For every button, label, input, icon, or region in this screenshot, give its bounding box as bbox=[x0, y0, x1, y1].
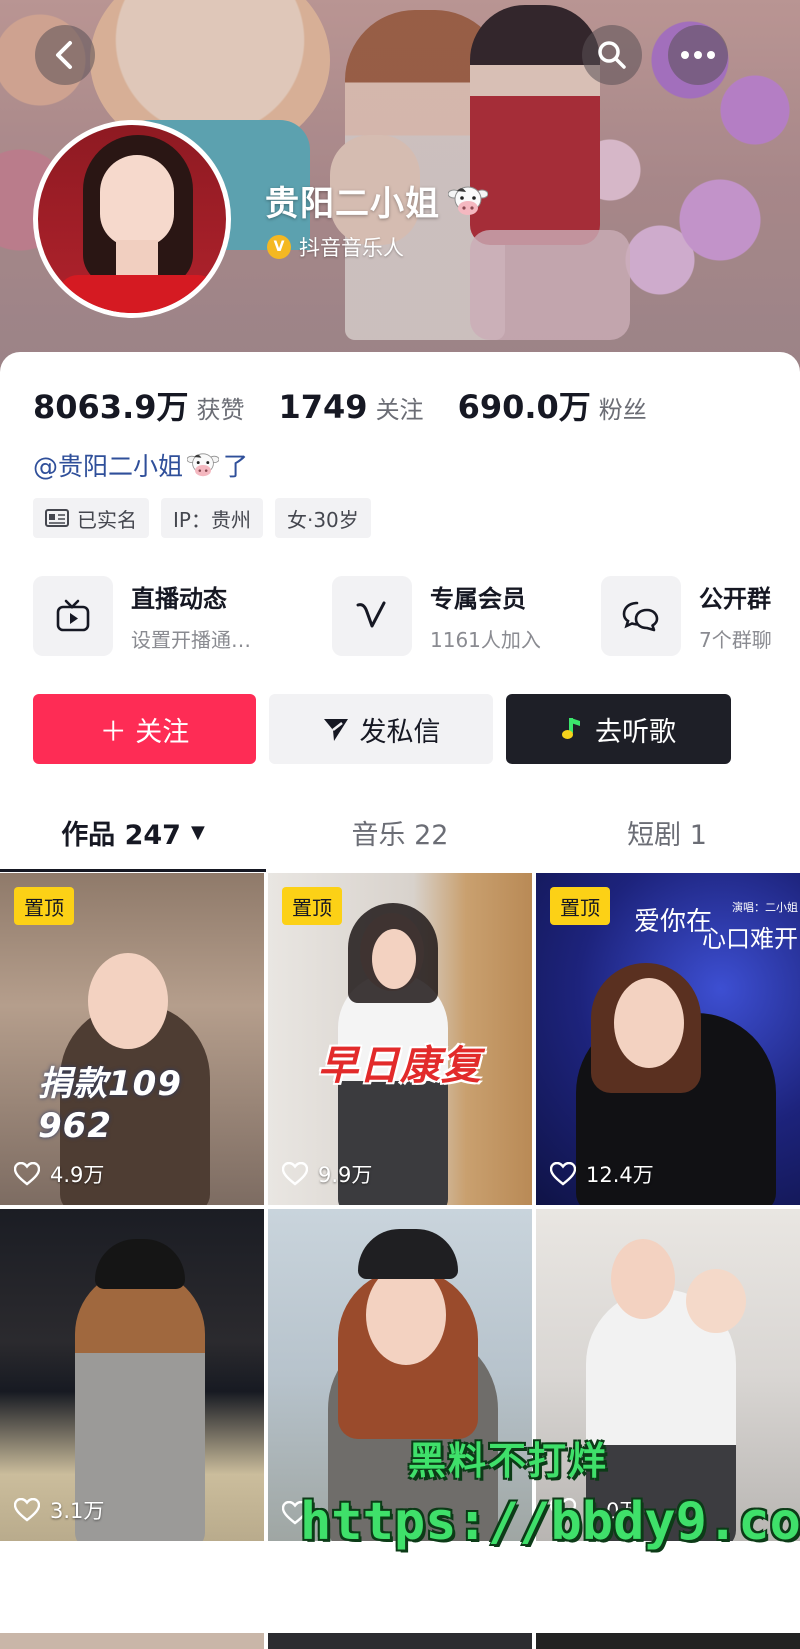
heart-icon bbox=[550, 1162, 576, 1186]
content-tabs: 作品 247 ▼ 音乐 22 短剧 1 bbox=[0, 792, 800, 872]
video-caption: 早日康复 bbox=[318, 1043, 482, 1089]
stat-label: 粉丝 bbox=[598, 396, 647, 424]
profile-card: 8063.9万 获赞 1749 关注 690.0万 粉丝 @贵阳二小姐 了 已实… bbox=[0, 352, 800, 1649]
bio-mention: @贵阳二小姐 bbox=[33, 452, 184, 481]
back-button[interactable] bbox=[35, 25, 95, 85]
tab-label: 作品 247 bbox=[61, 819, 181, 851]
more-dots-icon bbox=[681, 51, 715, 59]
tab-label: 音乐 22 bbox=[351, 819, 449, 851]
stat-value: 8063.9万 bbox=[33, 388, 189, 426]
feature-group-chat[interactable]: 公开群 7个群聊 bbox=[601, 576, 772, 656]
search-icon bbox=[598, 41, 626, 69]
feature-title: 专属会员 bbox=[430, 585, 526, 613]
profile-tags: 已实名 IP：贵州 女·30岁 bbox=[33, 498, 383, 538]
heart-icon bbox=[282, 1162, 308, 1186]
video-tile[interactable]: 早日康复 置顶 9.9万 bbox=[268, 873, 532, 1205]
like-count: 9.9万 bbox=[282, 1159, 372, 1189]
search-button[interactable] bbox=[582, 25, 642, 85]
like-count-value: 9.9万 bbox=[318, 1163, 373, 1187]
tag-gender-age: 女·30岁 bbox=[274, 498, 371, 538]
cow-face-emoji-icon bbox=[448, 186, 488, 215]
tv-play-icon bbox=[56, 599, 90, 632]
music-label: 去听歌 bbox=[595, 716, 676, 748]
pinned-badge: 置顶 bbox=[550, 887, 610, 925]
more-button[interactable] bbox=[668, 25, 728, 85]
pinned-badge: 置顶 bbox=[14, 887, 74, 925]
feature-subtitle: 设置开播通… bbox=[131, 628, 251, 652]
cow-face-emoji-icon bbox=[187, 453, 220, 477]
video-caption-secondary: 心口难开 bbox=[702, 925, 798, 953]
profile-name-row: 贵阳二小姐 bbox=[265, 176, 488, 225]
like-count: 3.1万 bbox=[14, 1495, 104, 1525]
tab-music[interactable]: 音乐 22 bbox=[266, 792, 534, 872]
caret-down-icon: ▼ bbox=[190, 821, 205, 843]
next-row-thumbnails bbox=[0, 1633, 800, 1649]
like-count-value: 3.1万 bbox=[50, 1499, 105, 1523]
chat-bubbles-icon bbox=[622, 601, 659, 632]
stat-label: 获赞 bbox=[196, 396, 245, 424]
feature-subtitle: 1161人加入 bbox=[430, 628, 541, 652]
like-count: 4.9万 bbox=[14, 1159, 104, 1189]
tab-works[interactable]: 作品 247 ▼ bbox=[0, 792, 266, 872]
v-logo-icon bbox=[356, 601, 386, 628]
profile-bio[interactable]: @贵阳二小姐 了 bbox=[33, 447, 248, 483]
tag-label: 女·30岁 bbox=[286, 507, 359, 532]
stat-likes[interactable]: 8063.9万 获赞 bbox=[33, 382, 245, 428]
listen-music-button[interactable]: 去听歌 bbox=[506, 694, 731, 764]
stat-value: 1749 bbox=[278, 388, 368, 426]
avatar[interactable] bbox=[33, 120, 231, 318]
tab-label: 短剧 1 bbox=[627, 819, 707, 851]
feature-membership[interactable]: 专属会员 1161人加入 bbox=[332, 576, 541, 656]
feature-live[interactable]: 直播动态 设置开播通… bbox=[33, 576, 251, 656]
send-message-button[interactable]: 发私信 bbox=[269, 694, 493, 764]
heart-icon bbox=[14, 1498, 40, 1522]
like-count-value: 4.9万 bbox=[50, 1163, 105, 1187]
tab-short-drama[interactable]: 短剧 1 bbox=[534, 792, 800, 872]
pinned-badge: 置顶 bbox=[282, 887, 342, 925]
heart-icon bbox=[14, 1162, 40, 1186]
send-arrow-icon bbox=[323, 719, 348, 741]
id-card-icon bbox=[45, 509, 69, 527]
video-tile[interactable]: 3.1万 bbox=[0, 1209, 264, 1541]
follow-label: ＋ 关注 bbox=[99, 716, 190, 748]
feature-title: 公开群 bbox=[699, 585, 771, 613]
feature-title: 直播动态 bbox=[131, 585, 227, 613]
video-tile[interactable]: 捐款109 962 置顶 4.9万 bbox=[0, 873, 264, 1205]
watermark-text: 黑料不打烊 bbox=[408, 1439, 609, 1483]
follow-button[interactable]: ＋ 关注 bbox=[33, 694, 256, 764]
action-buttons: ＋ 关注 发私信 去听歌 bbox=[33, 694, 731, 764]
video-caption: 爱你在 bbox=[634, 907, 713, 937]
verified-badge-icon: V bbox=[267, 235, 291, 259]
like-count-value: 12.4万 bbox=[586, 1163, 654, 1187]
message-label: 发私信 bbox=[359, 716, 441, 748]
like-count: 12.4万 bbox=[550, 1159, 654, 1189]
video-caption-small: 演唱：二小姐 bbox=[732, 901, 798, 914]
bio-suffix: 了 bbox=[223, 452, 249, 481]
feature-entries: 直播动态 设置开播通… 专属会员 1161人加入 公开群 7个群聊 bbox=[33, 576, 800, 662]
active-tab-indicator bbox=[0, 869, 266, 872]
verification-label: 抖音音乐人 bbox=[299, 236, 404, 260]
chevron-left-icon bbox=[56, 41, 72, 69]
stat-followers[interactable]: 690.0万 粉丝 bbox=[458, 382, 647, 428]
verification-row: V 抖音音乐人 bbox=[267, 232, 404, 262]
stat-label: 关注 bbox=[375, 396, 424, 424]
video-tile[interactable]: 爱你在 演唱：二小姐 心口难开 置顶 12.4万 bbox=[536, 873, 800, 1205]
stat-following[interactable]: 1749 关注 bbox=[279, 388, 424, 426]
watermark-url: https://bbdy9.com bbox=[300, 1492, 800, 1552]
tag-ip-location: IP：贵州 bbox=[161, 498, 263, 538]
tag-label: IP：贵州 bbox=[173, 507, 251, 532]
tag-label: 已实名 bbox=[77, 507, 137, 532]
music-note-icon bbox=[562, 718, 580, 739]
feature-subtitle: 7个群聊 bbox=[699, 628, 772, 652]
video-caption: 捐款109 962 bbox=[38, 1064, 182, 1146]
tag-real-name: 已实名 bbox=[33, 498, 149, 538]
stat-value: 690.0万 bbox=[457, 388, 591, 426]
profile-stats: 8063.9万 获赞 1749 关注 690.0万 粉丝 bbox=[33, 382, 681, 428]
profile-name: 贵阳二小姐 bbox=[265, 184, 440, 224]
